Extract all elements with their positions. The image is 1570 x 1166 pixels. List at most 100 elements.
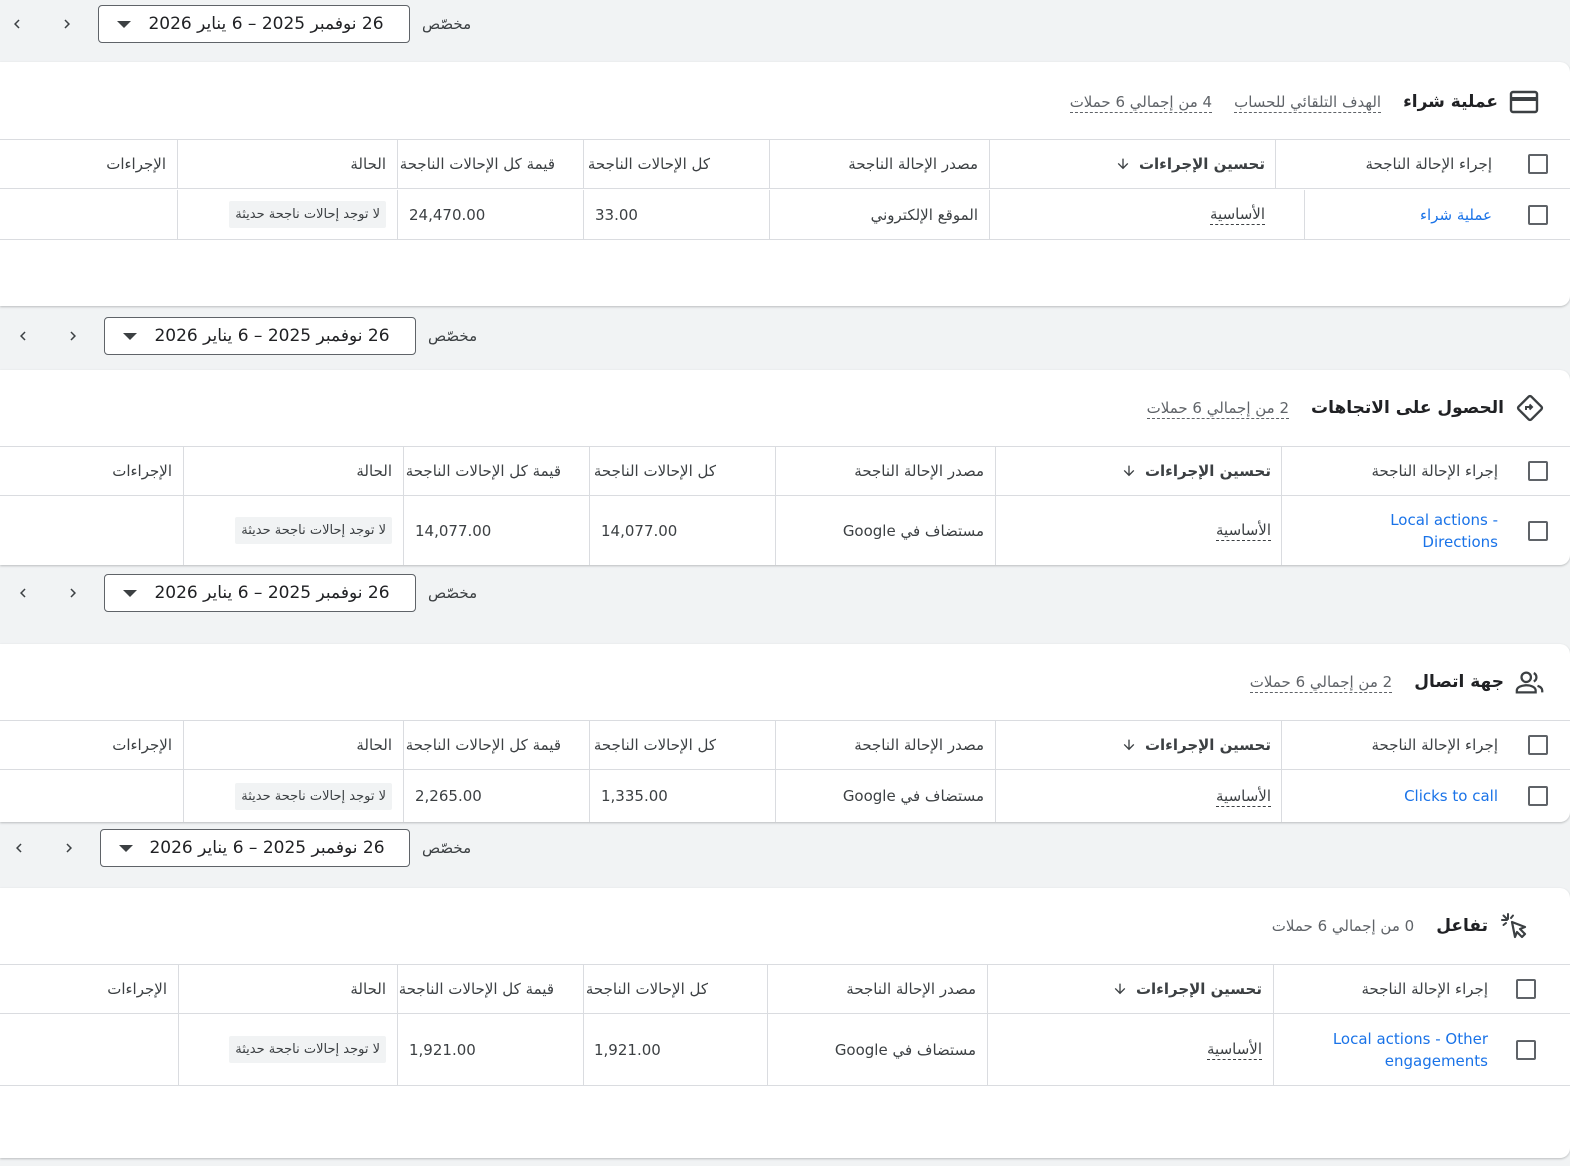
col-all-conversions[interactable]: كل الإحالات الناجحة [586, 965, 708, 1013]
optimization-value[interactable]: الأساسية [1216, 520, 1271, 541]
source-value: مستضاف في Google [842, 521, 984, 540]
source-value: مستضاف في Google [834, 1040, 976, 1059]
campaigns-count: 0 من إجمالي 6 حملات [1271, 917, 1415, 935]
col-status[interactable]: الحالة [350, 140, 386, 188]
card-title: جهة اتصال [1414, 672, 1504, 692]
sort-arrow-down-icon [1123, 739, 1135, 751]
goal-card-engagement: تفاعل 0 من إجمالي 6 حملات إجراء الإحالة … [0, 888, 1570, 1158]
directions-icon [1514, 392, 1546, 424]
credit-card-icon [1508, 86, 1540, 118]
chevron-left-icon [20, 588, 26, 598]
col-all-conv-value[interactable]: قيمة كل الإحالات الناجحة [406, 721, 561, 769]
date-range-text: 26 نوفمبر 2025 – 6 يناير 2026 [154, 326, 390, 346]
col-action-optimization[interactable]: تحسين الإجراءات [1121, 447, 1271, 495]
conversion-action-link[interactable]: Clicks to call [1404, 785, 1498, 807]
card-title: تفاعل [1436, 916, 1488, 936]
campaigns-link[interactable]: 4 من إجمالي 6 حملات [1069, 92, 1213, 113]
col-status[interactable]: الحالة [356, 447, 392, 495]
goal-card-contact: جهة اتصال 2 من إجمالي 6 حملات إجراء الإح… [0, 644, 1570, 822]
col-conversion-action[interactable]: إجراء الإحالة الناجحة [1372, 721, 1498, 769]
all-conversions-value: 33.00 [595, 205, 638, 224]
card-header: عملية شراء الهدف التلقائي للحساب 4 من إج… [1048, 86, 1540, 118]
col-all-conversions[interactable]: كل الإحالات الناجحة [588, 140, 710, 188]
col-source[interactable]: مصدر الإحالة الناجحة [854, 721, 984, 769]
card-header: الحصول على الاتجاهات 2 من إجمالي 6 حملات [1125, 392, 1546, 424]
col-all-conv-value[interactable]: قيمة كل الإحالات الناجحة [399, 965, 554, 1013]
optimization-value[interactable]: الأساسية [1210, 204, 1265, 225]
conversion-action-link[interactable]: Local actions - Other engagements [1333, 1014, 1488, 1085]
next-period-button[interactable] [56, 318, 90, 354]
table-row: Clicks to call الأساسية مستضاف في Google… [0, 770, 1570, 822]
col-all-conv-value[interactable]: قيمة كل الإحالات الناجحة [400, 140, 555, 188]
col-conversion-action[interactable]: إجراء الإحالة الناجحة [1362, 965, 1488, 1013]
col-all-conversions[interactable]: كل الإحالات الناجحة [594, 721, 716, 769]
conversion-action-line2: Directions [1422, 532, 1498, 551]
date-range-picker[interactable]: 26 نوفمبر 2025 – 6 يناير 2026 [104, 574, 416, 612]
click-sparkle-icon [1498, 910, 1530, 942]
dropdown-caret-icon [117, 20, 131, 28]
status-chip: لا توجد إحالات ناجحة حديثة [229, 201, 386, 228]
campaigns-link[interactable]: 2 من إجمالي 6 حملات [1249, 672, 1393, 693]
col-all-conv-value[interactable]: قيمة كل الإحالات الناجحة [406, 447, 561, 495]
next-period-button[interactable] [56, 575, 90, 611]
col-conversion-action[interactable]: إجراء الإحالة الناجحة [1366, 140, 1492, 188]
previous-period-button[interactable] [6, 318, 40, 354]
optimization-value[interactable]: الأساسية [1216, 786, 1271, 807]
card-title: الحصول على الاتجاهات [1311, 398, 1504, 418]
date-bar-1: 26 نوفمبر 2025 – 6 يناير 2026 مخصّص [0, 0, 1570, 50]
sort-arrow-down-icon [1123, 465, 1135, 477]
all-conversions-value: 1,335.00 [601, 787, 668, 805]
col-source[interactable]: مصدر الإحالة الناجحة [848, 140, 978, 188]
date-range-picker[interactable]: 26 نوفمبر 2025 – 6 يناير 2026 [100, 829, 410, 867]
next-period-button[interactable] [52, 830, 86, 866]
conversion-action-link[interactable]: Local actions - Directions [1390, 496, 1498, 565]
row-checkbox[interactable] [1528, 204, 1548, 225]
col-status[interactable]: الحالة [350, 965, 386, 1013]
row-checkbox[interactable] [1528, 786, 1548, 806]
col-action-optimization[interactable]: تحسين الإجراءات [1121, 721, 1271, 769]
chevron-right-icon [70, 331, 76, 341]
chevron-right-icon [70, 588, 76, 598]
col-action-optimization[interactable]: تحسين الإجراءات [1115, 140, 1265, 188]
date-range-picker[interactable]: 26 نوفمبر 2025 – 6 يناير 2026 [104, 317, 416, 355]
col-actions: الإجراءات [112, 736, 172, 754]
all-conv-value: 1,921.00 [409, 1040, 476, 1059]
row-checkbox[interactable] [1516, 1039, 1536, 1060]
people-icon [1514, 666, 1546, 698]
select-all-checkbox[interactable] [1528, 735, 1548, 755]
col-action-optimization[interactable]: تحسين الإجراءات [1112, 965, 1262, 1013]
col-source[interactable]: مصدر الإحالة الناجحة [854, 447, 984, 495]
sort-arrow-down-icon [1114, 983, 1126, 995]
col-conversion-action[interactable]: إجراء الإحالة الناجحة [1372, 447, 1498, 495]
date-range-text: 26 نوفمبر 2025 – 6 يناير 2026 [149, 838, 385, 858]
date-bar-4: 26 نوفمبر 2025 – 6 يناير 2026 مخصّص [2, 822, 1570, 874]
chevron-right-icon [66, 843, 72, 853]
col-source[interactable]: مصدر الإحالة الناجحة [846, 965, 976, 1013]
select-all-checkbox[interactable] [1516, 979, 1536, 999]
select-all-checkbox[interactable] [1528, 154, 1548, 174]
all-conv-value: 2,265.00 [415, 787, 482, 805]
previous-period-button[interactable] [2, 830, 36, 866]
col-status[interactable]: الحالة [356, 721, 392, 769]
all-conv-value: 14,077.00 [415, 521, 492, 540]
source-value: مستضاف في Google [842, 787, 984, 805]
previous-period-button[interactable] [6, 575, 40, 611]
col-all-conversions[interactable]: كل الإحالات الناجحة [594, 447, 716, 495]
select-all-checkbox[interactable] [1528, 461, 1548, 481]
optimization-value[interactable]: الأساسية [1207, 1039, 1262, 1060]
all-conversions-value: 14,077.00 [601, 521, 678, 540]
table-row: Local actions - Other engagements الأساسي… [0, 1014, 1570, 1086]
row-checkbox[interactable] [1528, 520, 1548, 541]
next-period-button[interactable] [50, 6, 84, 42]
date-range-picker[interactable]: 26 نوفمبر 2025 – 6 يناير 2026 [98, 5, 410, 43]
campaigns-link[interactable]: 2 من إجمالي 6 حملات [1146, 398, 1290, 419]
custom-range-label: مخصّص [422, 839, 472, 857]
auto-goal-link[interactable]: الهدف التلقائي للحساب [1234, 92, 1382, 113]
table-row: Local actions - Directions الأساسية مستضا… [0, 496, 1570, 565]
goal-card-directions: الحصول على الاتجاهات 2 من إجمالي 6 حملات… [0, 370, 1570, 565]
conversion-action-link[interactable]: عملية شراء [1420, 204, 1492, 226]
previous-period-button[interactable] [0, 6, 34, 42]
sort-arrow-down-icon [1117, 158, 1129, 170]
table-header-row: إجراء الإحالة الناجحة تحسين الإجراءات مص… [0, 446, 1570, 496]
all-conv-value: 24,470.00 [409, 205, 486, 224]
